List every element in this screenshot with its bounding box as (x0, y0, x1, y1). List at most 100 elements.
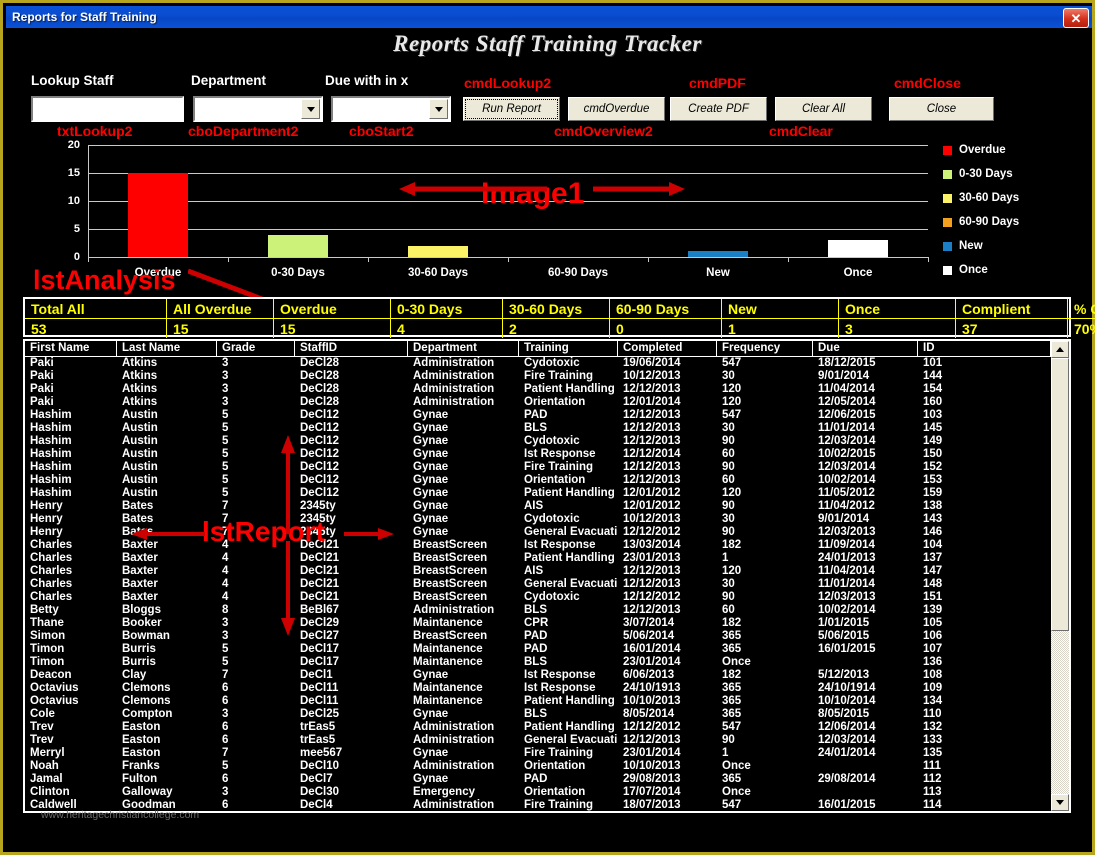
report-cell: 153 (923, 474, 943, 486)
report-cell: 160 (923, 396, 943, 408)
table-row[interactable]: Hashim Austin 5 DeCl12 Gynae Fire Training 12/… (25, 461, 1051, 474)
report-cell: Cydotoxic (524, 435, 580, 447)
report-cell: General Evacuati (524, 734, 618, 746)
report-cell: 11/01/2014 (818, 422, 875, 434)
report-cell: Gynae (413, 708, 449, 720)
table-row[interactable]: Octavius Clemons 6 DeCl11 Maintanence Ist Res… (25, 682, 1051, 695)
table-row[interactable]: Timon Burris 5 DeCl17 Maintanence BLS 23/01/20… (25, 656, 1051, 669)
report-cell: 104 (923, 539, 943, 551)
report-cell: 12/01/2012 (623, 487, 681, 499)
analysis-header-cell: 30-60 Days (502, 299, 610, 319)
report-header-cell[interactable]: StaffID (295, 341, 408, 356)
report-rows[interactable]: Paki Atkins 3 DeCl28 Administration Cydotoxic… (25, 357, 1051, 811)
table-row[interactable]: Trev Easton 6 trEas5 Administration General E… (25, 734, 1051, 747)
chevron-down-icon[interactable] (301, 99, 320, 119)
lookup-staff-input[interactable] (31, 96, 184, 122)
report-cell: 12/12/2013 (623, 565, 681, 577)
report-header-cell[interactable]: First Name (25, 341, 117, 356)
chart-legend-item: 60-90 Days (943, 216, 1019, 228)
report-cell: 547 (722, 357, 742, 369)
report-cell: 159 (923, 487, 943, 499)
report-cell: Clemons (122, 695, 171, 707)
report-cell: Atkins (122, 396, 158, 408)
scroll-up-icon[interactable] (1051, 341, 1069, 358)
report-cell: 10/10/2013 (623, 695, 681, 707)
table-row[interactable]: Noah Franks 5 DeCl10 Administration Orientati… (25, 760, 1051, 773)
report-cell: 134 (923, 695, 943, 707)
table-row[interactable]: Octavius Clemons 6 DeCl11 Maintanence Patient… (25, 695, 1051, 708)
table-row[interactable]: Henry Bates 7 2345ty Gynae AIS 12/01/2012 90 11/… (25, 500, 1051, 513)
table-row[interactable]: Henry Bates 7 2345ty Gynae Cydotoxic 10/12/201… (25, 513, 1051, 526)
report-cell: BeBl67 (300, 604, 339, 616)
chevron-down-icon[interactable] (429, 99, 448, 119)
run-report-button[interactable]: Run Report (463, 97, 560, 121)
table-row[interactable]: Trev Easton 6 trEas5 Administration Patient H… (25, 721, 1051, 734)
clear-all-button[interactable]: Clear All (775, 97, 872, 121)
table-row[interactable]: Betty Bloggs 8 BeBl67 Administration BLS 12/12… (25, 604, 1051, 617)
report-header-cell[interactable]: Grade (217, 341, 295, 356)
report-header-cell[interactable]: Last Name (117, 341, 217, 356)
report-cell: 90 (722, 461, 735, 473)
table-row[interactable]: Cole Compton 3 DeCl25 Gynae BLS 8/05/2014 365 8/… (25, 708, 1051, 721)
report-vertical-scrollbar[interactable] (1051, 341, 1069, 811)
chart-ytick-label: 0 (73, 251, 80, 263)
table-row[interactable]: Charles Baxter 4 DeCl21 BreastScreen Ist Resp… (25, 539, 1051, 552)
scrollbar-track[interactable] (1051, 631, 1069, 794)
report-list[interactable]: First Name Last Name Grade StaffID Departmen… (23, 339, 1071, 813)
table-row[interactable]: Merryl Easton 7 mee567 Gynae Fire Training 23/… (25, 747, 1051, 760)
table-row[interactable]: Paki Atkins 3 DeCl28 Administration Patient H… (25, 383, 1051, 396)
report-cell: Bates (122, 500, 154, 512)
table-row[interactable]: Hashim Austin 5 DeCl12 Gynae Ist Response 12/1… (25, 448, 1051, 461)
table-row[interactable]: Hashim Austin 5 DeCl12 Gynae Orientation 12/12… (25, 474, 1051, 487)
create-pdf-button[interactable]: Create PDF (670, 97, 767, 121)
department-combobox[interactable] (193, 96, 323, 122)
report-cell: 16/01/2015 (818, 799, 876, 811)
table-row[interactable]: Timon Burris 5 DeCl17 Maintanence PAD 16/01/20… (25, 643, 1051, 656)
report-cell: DeCl21 (300, 591, 339, 603)
table-row[interactable]: Deacon Clay 7 DeCl1 Gynae Ist Response 6/06/20… (25, 669, 1051, 682)
scrollbar-thumb[interactable] (1051, 358, 1069, 631)
report-cell: Burris (122, 656, 156, 668)
report-cell: Booker (122, 617, 162, 629)
table-row[interactable]: Hashim Austin 5 DeCl12 Gynae Patient Handling… (25, 487, 1051, 500)
table-row[interactable]: Charles Baxter 4 DeCl21 BreastScreen Cydotoxi… (25, 591, 1051, 604)
report-cell: 11/04/2014 (818, 565, 875, 577)
table-row[interactable]: Thane Booker 3 DeCl29 Maintanence CPR 3/07/201… (25, 617, 1051, 630)
report-cell: 90 (722, 500, 735, 512)
table-row[interactable]: Clinton Galloway 3 DeCl30 Emergency Orientati… (25, 786, 1051, 799)
table-row[interactable]: Paki Atkins 3 DeCl28 Administration Orientati… (25, 396, 1051, 409)
report-cell: 60 (722, 604, 735, 616)
report-header-cell[interactable]: Department (408, 341, 519, 356)
table-row[interactable]: Hashim Austin 5 DeCl12 Gynae PAD 12/12/2013 547… (25, 409, 1051, 422)
table-row[interactable]: Simon Bowman 3 DeCl27 BreastScreen PAD 5/06/20… (25, 630, 1051, 643)
table-row[interactable]: Jamal Fulton 6 DeCl7 Gynae PAD 29/08/2013 365 29… (25, 773, 1051, 786)
close-button[interactable]: Close (889, 97, 994, 121)
analysis-summary-grid[interactable]: Total All All Overdue Overdue 0-30 Days 30-6… (23, 297, 1095, 338)
report-cell: Gynae (413, 435, 449, 447)
report-cell: DeCl30 (300, 786, 339, 798)
scroll-down-icon[interactable] (1051, 794, 1069, 811)
report-cell: Cydotoxic (524, 591, 580, 603)
report-header-cell[interactable]: Frequency (717, 341, 813, 356)
table-row[interactable]: Hashim Austin 5 DeCl12 Gynae Cydotoxic 12/12/2… (25, 435, 1051, 448)
table-row[interactable]: Paki Atkins 3 DeCl28 Administration Fire Trai… (25, 370, 1051, 383)
report-cell: Baxter (122, 552, 158, 564)
analysis-header-cell: New (721, 299, 839, 319)
table-row[interactable]: Charles Baxter 4 DeCl21 BreastScreen Patient … (25, 552, 1051, 565)
table-row[interactable]: Hashim Austin 5 DeCl12 Gynae BLS 12/12/2013 30 1… (25, 422, 1051, 435)
chart-bar (127, 173, 189, 257)
report-header-cell[interactable]: Completed (618, 341, 717, 356)
due-within-combobox[interactable] (331, 96, 451, 122)
table-row[interactable]: Henry Bates 7 2345ty Gynae General Evacuati 12… (25, 526, 1051, 539)
report-cell: 90 (722, 526, 735, 538)
close-icon[interactable]: ✕ (1063, 8, 1089, 28)
report-cell: Charles (30, 578, 73, 590)
overdue-button[interactable]: cmdOverdue (568, 97, 665, 121)
table-row[interactable]: Charles Baxter 4 DeCl21 BreastScreen AIS 12/12… (25, 565, 1051, 578)
table-row[interactable]: Charles Baxter 4 DeCl21 BreastScreen General … (25, 578, 1051, 591)
report-cell: DeCl28 (300, 396, 339, 408)
table-row[interactable]: Paki Atkins 3 DeCl28 Administration Cydotoxic… (25, 357, 1051, 370)
report-header-cell[interactable]: Due (813, 341, 918, 356)
report-header-cell[interactable]: Training (519, 341, 618, 356)
report-header-cell[interactable]: ID (918, 341, 1051, 356)
